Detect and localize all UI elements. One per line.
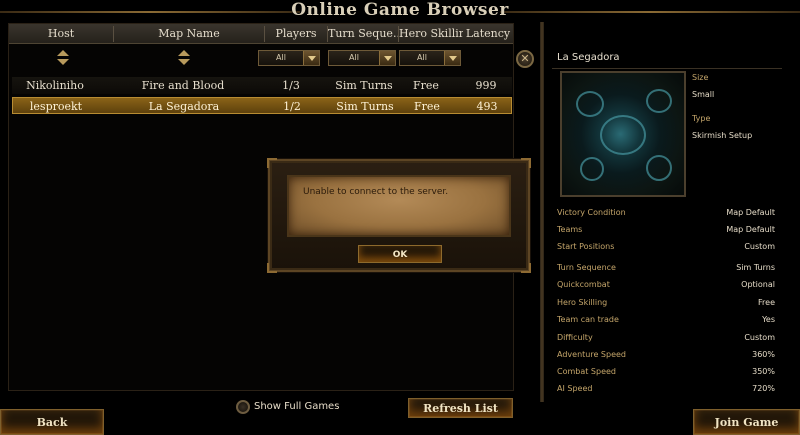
map-preview <box>560 71 686 197</box>
cell-latency: 999 <box>475 79 497 92</box>
cell-map: Fire and Blood <box>141 79 225 92</box>
cell-skilling: Free <box>414 100 440 113</box>
sort-up-icon <box>57 50 69 56</box>
chevron-down-icon[interactable] <box>379 51 395 65</box>
radio-icon[interactable] <box>236 400 250 414</box>
back-button[interactable]: Back <box>0 409 104 435</box>
map-feature <box>600 115 646 155</box>
property-key: Adventure Speed <box>557 350 626 359</box>
property-value: Map Default <box>726 225 775 234</box>
dialog-corner <box>267 263 277 273</box>
property-row: Quickcombat Optional <box>557 279 775 291</box>
property-key: Team can trade <box>557 315 619 324</box>
column-latency[interactable]: Latency <box>463 24 513 44</box>
ok-button[interactable]: OK <box>358 245 442 263</box>
property-row: Combat Speed 350% <box>557 366 775 378</box>
column-header-row: Host Map Name Players Turn Seque... Hero… <box>9 24 513 44</box>
column-turn-sequence[interactable]: Turn Seque... <box>328 24 398 44</box>
cell-skilling: Free <box>413 79 439 92</box>
property-key: AI Speed <box>557 384 593 393</box>
type-label: Type <box>692 114 711 123</box>
property-row: Start Positions Custom <box>557 241 775 253</box>
host-sort-arrows[interactable] <box>57 50 69 66</box>
title-bar: Online Game Browser <box>0 0 800 22</box>
property-row: Hero Skilling Free <box>557 297 775 309</box>
property-row: Difficulty Custom <box>557 332 775 344</box>
dialog-corner <box>521 263 531 273</box>
property-key: Difficulty <box>557 333 593 342</box>
turn-sequence-filter-value: All <box>349 53 359 62</box>
map-feature <box>646 89 672 113</box>
property-key: Teams <box>557 225 583 234</box>
property-row: Team can trade Yes <box>557 314 775 326</box>
property-value: Yes <box>762 315 775 324</box>
cell-map: La Segadora <box>148 100 220 113</box>
error-dialog: Unable to connect to the server. OK <box>267 158 531 273</box>
property-key: Start Positions <box>557 242 615 251</box>
table-row-selected[interactable]: lesproekt La Segadora 1/2 Sim Turns Free… <box>12 97 512 114</box>
property-value: Custom <box>744 333 775 342</box>
size-value: Small <box>692 90 715 99</box>
turn-sequence-filter-select[interactable]: All <box>328 50 396 66</box>
property-value: 350% <box>752 367 775 376</box>
sort-down-icon <box>57 59 69 65</box>
cell-latency: 493 <box>476 100 498 113</box>
players-filter-value: All <box>276 53 286 62</box>
close-icon[interactable]: ✕ <box>516 50 534 68</box>
table-row[interactable]: Nikoliniho Fire and Blood 1/3 Sim Turns … <box>12 77 512 94</box>
join-game-button[interactable]: Join Game <box>693 409 800 435</box>
dialog-corner <box>521 158 531 168</box>
property-row: Adventure Speed 360% <box>557 349 775 361</box>
map-sort-arrows[interactable] <box>178 50 190 66</box>
map-feature <box>576 91 604 117</box>
details-divider <box>552 68 782 69</box>
size-label: Size <box>692 73 709 82</box>
refresh-list-button[interactable]: Refresh List <box>408 398 513 418</box>
type-value: Skirmish Setup <box>692 131 753 140</box>
cell-players: 1/2 <box>283 100 301 113</box>
sort-down-icon <box>178 59 190 65</box>
property-value: Free <box>758 298 775 307</box>
cell-players: 1/3 <box>282 79 300 92</box>
hero-skilling-filter-value: All <box>417 53 427 62</box>
property-value: Map Default <box>726 208 775 217</box>
column-hero-skilling[interactable]: Hero Skilling <box>399 24 463 44</box>
cell-host: Nikoliniho <box>26 79 84 92</box>
property-row: AI Speed 720% <box>557 383 775 395</box>
property-key: Victory Condition <box>557 208 626 217</box>
property-value: Sim Turns <box>736 263 775 272</box>
show-full-games-label: Show Full Games <box>254 401 340 412</box>
map-feature <box>646 155 672 181</box>
property-key: Quickcombat <box>557 280 610 289</box>
property-row: Victory Condition Map Default <box>557 207 775 219</box>
column-map-name[interactable]: Map Name <box>114 24 264 44</box>
dialog-corner <box>267 158 277 168</box>
dialog-message-area: Unable to connect to the server. <box>287 175 511 237</box>
details-map-name: La Segadora <box>557 52 620 63</box>
property-row: Teams Map Default <box>557 224 775 236</box>
window-title: Online Game Browser <box>291 0 509 20</box>
panel-divider <box>540 22 544 402</box>
property-key: Turn Sequence <box>557 263 616 272</box>
chevron-down-icon[interactable] <box>444 51 460 65</box>
chevron-down-icon[interactable] <box>303 51 319 65</box>
sort-up-icon <box>178 50 190 56</box>
map-feature <box>580 157 604 181</box>
cell-turn: Sim Turns <box>336 100 394 113</box>
dialog-message: Unable to connect to the server. <box>303 187 449 197</box>
players-filter-select[interactable]: All <box>258 50 320 66</box>
property-row: Turn Sequence Sim Turns <box>557 262 775 274</box>
property-value: 360% <box>752 350 775 359</box>
column-players[interactable]: Players <box>265 24 327 44</box>
property-value: Optional <box>741 280 775 289</box>
property-value: 720% <box>752 384 775 393</box>
property-key: Combat Speed <box>557 367 617 376</box>
property-key: Hero Skilling <box>557 298 608 307</box>
map-details-panel: La Segadora Size Small Type Skirmish Set… <box>548 46 784 398</box>
column-host[interactable]: Host <box>9 24 113 44</box>
property-value: Custom <box>744 242 775 251</box>
hero-skilling-filter-select[interactable]: All <box>399 50 461 66</box>
cell-turn: Sim Turns <box>335 79 393 92</box>
cell-host: lesproekt <box>29 100 83 113</box>
